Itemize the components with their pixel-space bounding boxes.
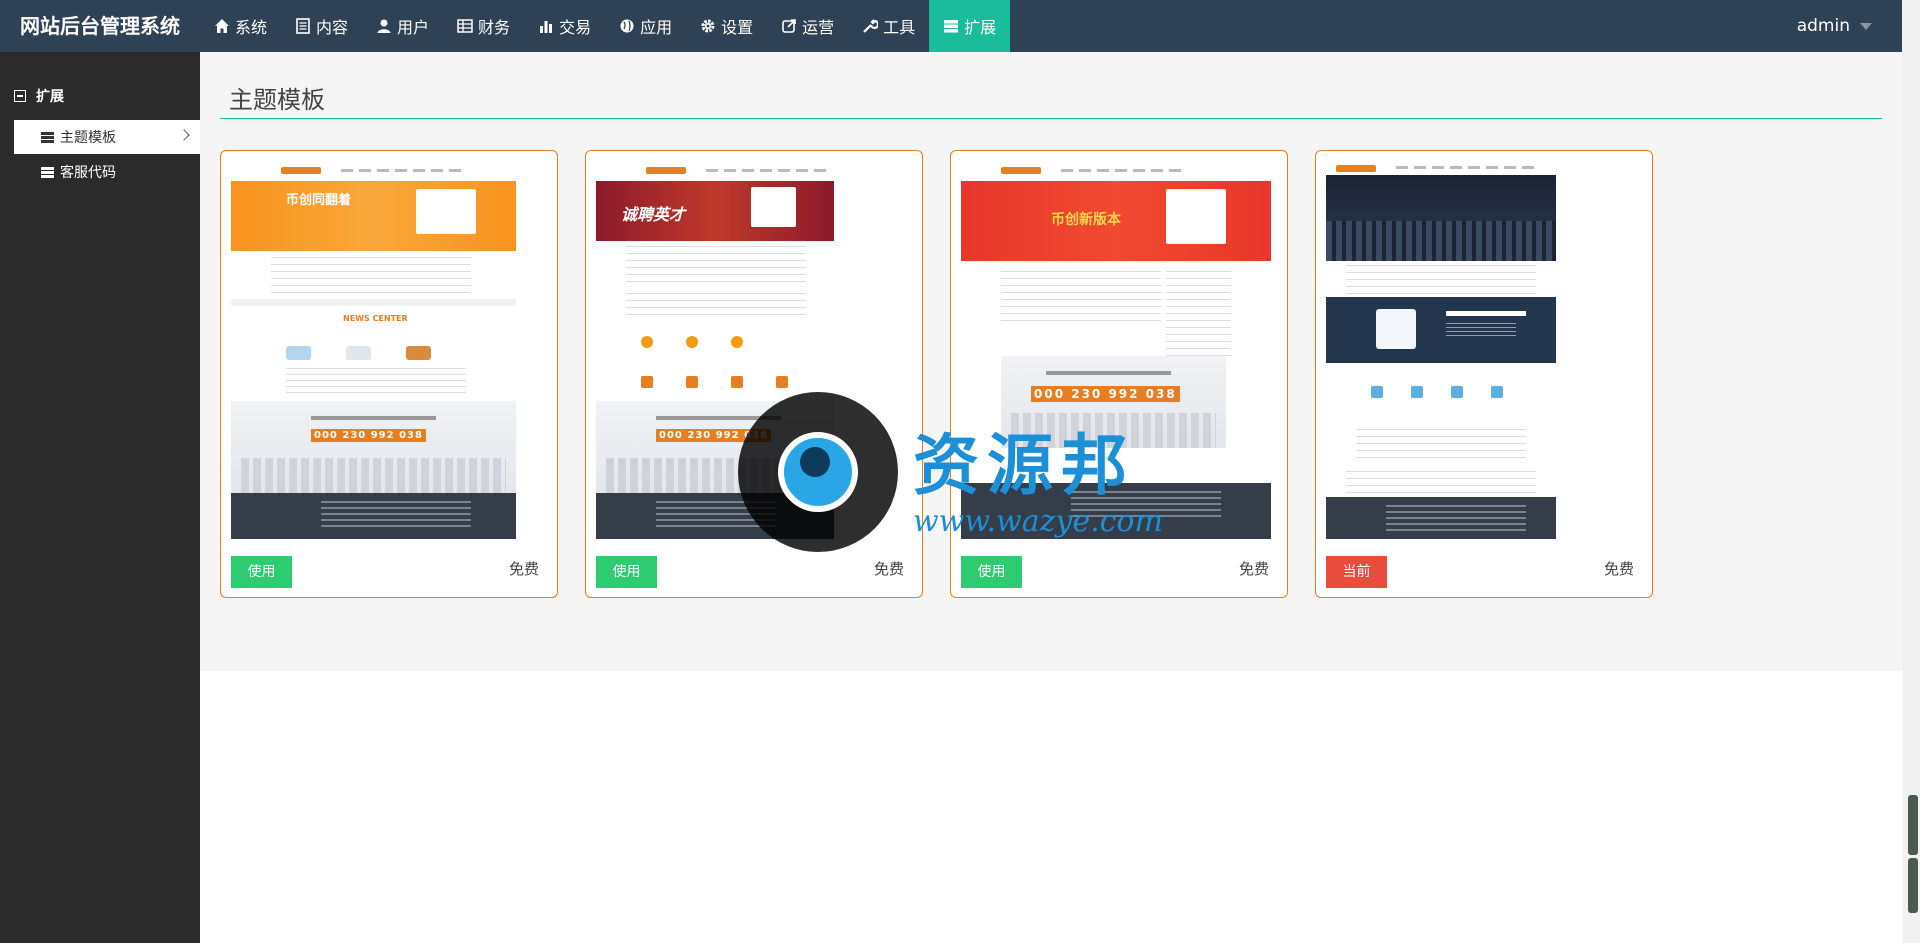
sidebar-item-label: 主题模板 xyxy=(60,130,116,146)
sidebar-item-theme-templates[interactable]: 主题模板 xyxy=(14,120,200,154)
nav-label: 扩展 xyxy=(964,18,997,37)
sidebar-item-label: 客服代码 xyxy=(60,165,116,181)
server-icon xyxy=(944,20,959,33)
counter-digits: 000 230 992 038 xyxy=(656,429,771,442)
user-icon xyxy=(377,19,391,33)
nav-item-system[interactable]: 系统 xyxy=(200,0,281,52)
user-menu[interactable]: admin xyxy=(1797,0,1872,52)
banner-text: 币创同翻着 xyxy=(286,193,352,208)
nav-label: 财务 xyxy=(478,18,511,37)
nav-item-finance[interactable]: 财务 xyxy=(443,0,524,52)
theme-card: 币创新版本 000 230 992 038 使用 免费 xyxy=(950,150,1288,598)
scrollbar-thumb[interactable] xyxy=(1908,858,1918,913)
nav-item-extensions[interactable]: 扩展 xyxy=(929,0,1011,52)
list-icon xyxy=(41,166,54,178)
theme-preview-image[interactable]: 诚聘英才 000 230 992 038 xyxy=(596,161,881,539)
nav-label: 系统 xyxy=(235,18,268,37)
nav-item-content[interactable]: 内容 xyxy=(281,0,362,52)
use-theme-button[interactable]: 使用 xyxy=(961,556,1022,588)
counter-digits: 000 230 992 038 xyxy=(1031,386,1180,402)
theme-price: 免费 xyxy=(1238,560,1269,578)
use-theme-button[interactable]: 使用 xyxy=(596,556,657,588)
theme-preview-image[interactable]: 币创新版本 000 230 992 038 xyxy=(961,161,1271,539)
top-navbar: 网站后台管理系统 系统 内容 用户 财务 交易 应用 设置 运营 工具 扩展 a… xyxy=(0,0,1902,52)
nav-label: 应用 xyxy=(640,18,673,37)
theme-price: 免费 xyxy=(1603,560,1634,578)
nav-item-operations[interactable]: 运营 xyxy=(767,0,848,52)
banner-text: 币创新版本 xyxy=(1051,212,1121,228)
news-title: NEWS CENTER xyxy=(343,314,408,323)
collapse-icon xyxy=(14,90,26,102)
theme-card: 诚聘英才 000 230 992 038 使用 免费 xyxy=(585,150,923,598)
nav-label: 内容 xyxy=(316,18,349,37)
nav-label: 运营 xyxy=(802,18,835,37)
page-scrollbar[interactable] xyxy=(1902,0,1920,943)
main-nav: 系统 内容 用户 财务 交易 应用 设置 运营 工具 扩展 xyxy=(200,0,1011,52)
nav-item-tools[interactable]: 工具 xyxy=(848,0,929,52)
share-icon xyxy=(782,19,796,33)
theme-price: 免费 xyxy=(508,560,539,578)
theme-card: 当前 免费 xyxy=(1315,150,1653,598)
title-divider xyxy=(220,118,1882,119)
nav-label: 设置 xyxy=(721,18,754,37)
sidebar: 扩展 主题模板 客服代码 xyxy=(0,52,200,943)
nav-item-apps[interactable]: 应用 xyxy=(605,0,686,52)
counter-digits: 000 230 992 038 xyxy=(311,429,426,442)
theme-card: 币创同翻着 NEWS CENTER 000 230 992 038 使用 免费 xyxy=(220,150,558,598)
page-title: 主题模板 xyxy=(229,86,325,114)
theme-preview-image[interactable]: 币创同翻着 NEWS CENTER 000 230 992 038 xyxy=(231,161,516,539)
theme-preview-image[interactable] xyxy=(1326,161,1556,539)
use-theme-button[interactable]: 使用 xyxy=(231,556,292,588)
globe-icon xyxy=(620,19,634,33)
banner-text: 诚聘英才 xyxy=(621,205,686,224)
wrench-icon xyxy=(863,19,879,33)
chevron-right-icon xyxy=(178,129,190,141)
nav-item-users[interactable]: 用户 xyxy=(362,0,443,52)
nav-label: 用户 xyxy=(397,18,430,37)
nav-item-settings[interactable]: 设置 xyxy=(686,0,767,52)
current-theme-button[interactable]: 当前 xyxy=(1326,556,1387,588)
sidebar-section-header[interactable]: 扩展 xyxy=(14,86,64,106)
document-icon xyxy=(296,18,310,34)
caret-down-icon xyxy=(1860,22,1872,30)
list-icon xyxy=(41,131,54,143)
nav-label: 交易 xyxy=(559,18,592,37)
sidebar-item-service-code[interactable]: 客服代码 xyxy=(14,155,200,189)
brand-title[interactable]: 网站后台管理系统 xyxy=(20,0,180,52)
home-icon xyxy=(215,19,229,33)
bar-chart-icon xyxy=(540,21,553,33)
nav-label: 工具 xyxy=(883,18,916,37)
scrollbar-thumb[interactable] xyxy=(1908,795,1918,855)
nav-item-trade[interactable]: 交易 xyxy=(524,0,605,52)
username: admin xyxy=(1796,16,1850,36)
sidebar-section-label: 扩展 xyxy=(36,89,64,105)
gear-icon xyxy=(701,19,715,33)
table-icon xyxy=(457,19,473,33)
theme-price: 免费 xyxy=(873,560,904,578)
